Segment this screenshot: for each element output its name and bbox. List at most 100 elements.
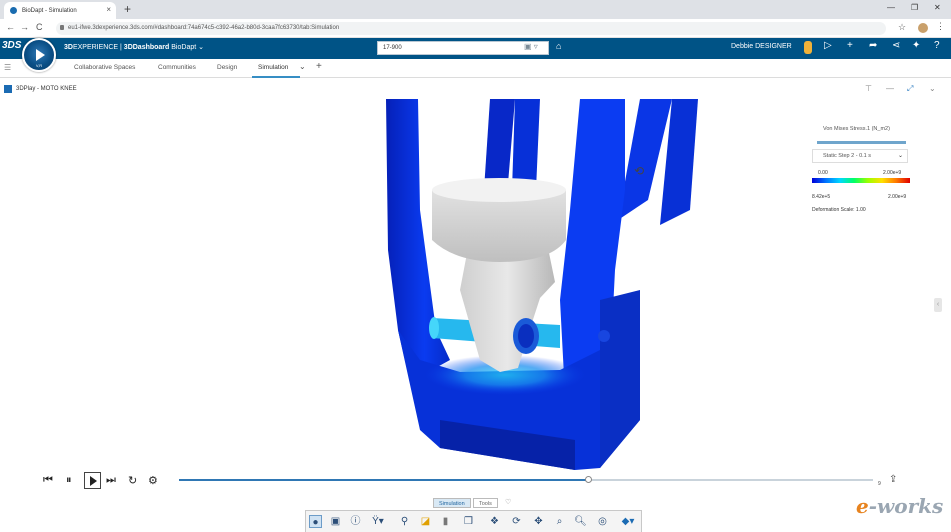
maximize-search-icon[interactable]: ▣: [524, 42, 532, 51]
apps-icon[interactable]: ✦: [912, 40, 920, 51]
app-header: 3DPlay - MOTO KNEE ⊤ — ⤢ ⌄: [0, 81, 951, 98]
lock-icon: [60, 25, 64, 30]
measure-icon[interactable]: ⚲: [398, 515, 411, 528]
search-icons: ▣ ▿: [524, 42, 538, 51]
user-avatar[interactable]: [804, 41, 812, 54]
knee-model-render[interactable]: ⟲: [0, 99, 951, 507]
browser-menu-icon[interactable]: ⋮: [936, 21, 945, 32]
separator-icon: ▮: [442, 516, 449, 527]
zoom-icon[interactable]: 🔍︎: [574, 515, 587, 528]
knee-cup-rim: [432, 178, 566, 202]
frame-bottom-right-face: [600, 290, 640, 468]
browser-tab[interactable]: BioDapt - Simulation ×: [4, 2, 116, 19]
url-field[interactable]: eu1-ifwe.3dexperience.3ds.com/#dashboard…: [56, 22, 886, 35]
back-button[interactable]: ←: [6, 22, 15, 32]
orbit-icon[interactable]: ◎: [596, 515, 609, 528]
favicon-icon: [10, 7, 17, 14]
add-icon[interactable]: +: [847, 40, 853, 51]
watermark-e: e: [856, 494, 869, 518]
brand-space: BioDapt: [171, 44, 197, 51]
app-title: 3DPlay - MOTO KNEE: [16, 86, 77, 92]
compass-widget[interactable]: V,R: [22, 38, 56, 72]
legend-color-scale[interactable]: [812, 178, 910, 183]
help-icon[interactable]: ?: [934, 40, 940, 51]
timeline-progress: [179, 479, 589, 481]
maximize-widget-icon[interactable]: ⤢: [907, 84, 913, 94]
forward-button[interactable]: →: [20, 22, 29, 32]
tag-icon[interactable]: ⌂: [556, 41, 561, 51]
sidebar-toggle-icon[interactable]: ☰: [4, 63, 11, 72]
user-name[interactable]: Debbie DESIGNER: [731, 43, 792, 50]
skip-start-icon[interactable]: ⏮: [43, 474, 53, 487]
notification-icon[interactable]: ▷: [824, 40, 832, 51]
timeline-slider[interactable]: [179, 476, 873, 483]
tab-communities[interactable]: Communities: [158, 64, 196, 71]
zoom-area-icon[interactable]: ⌕: [553, 515, 566, 528]
tab-collaborative-spaces[interactable]: Collaborative Spaces: [74, 64, 135, 71]
maximize-window-button[interactable]: ❐: [911, 3, 918, 12]
play-button[interactable]: [84, 472, 101, 489]
play-icon: [90, 476, 97, 486]
chevron-down-icon: ⌄: [198, 44, 204, 51]
3d-viewport[interactable]: ⟲: [0, 99, 951, 507]
network-icon[interactable]: ⋖: [892, 40, 900, 51]
step-select-value: Static Step 2 - 0.1 s: [823, 153, 871, 159]
bookmark-star-icon[interactable]: ☆: [898, 22, 906, 33]
step-select[interactable]: Static Step 2 - 0.1 s ⌄: [812, 149, 908, 163]
filter-icon[interactable]: ▿: [534, 42, 538, 51]
browser-tab-strip: BioDapt - Simulation × + — ❐ ✕: [0, 0, 951, 19]
app-icon: [4, 85, 12, 93]
tab-design[interactable]: Design: [217, 64, 237, 71]
legend-header-bar: [817, 141, 906, 144]
legend-low-value: 8.42e+5: [812, 194, 831, 200]
side-panel-handle-icon[interactable]: ‹: [934, 298, 942, 312]
compass-label: V,R: [35, 63, 43, 68]
display-mode-icon[interactable]: ▣: [329, 515, 342, 528]
search-value: 17-900: [383, 45, 402, 51]
axle-end: [429, 317, 439, 339]
view-cube-icon[interactable]: ❒: [462, 515, 475, 528]
watermark-text: -works: [868, 494, 944, 518]
add-tab-button[interactable]: +: [316, 61, 322, 72]
settings-gear-icon[interactable]: ⚙: [148, 474, 158, 487]
new-tab-button[interactable]: +: [124, 2, 131, 16]
ds-logo[interactable]: 3DS: [2, 40, 21, 51]
section-icon[interactable]: ◪: [419, 515, 432, 528]
tab-simulation-actions[interactable]: Simulation: [433, 498, 471, 508]
share-icon[interactable]: ➦: [869, 40, 877, 51]
active-tab-indicator: [252, 76, 300, 78]
brand-app: 3DDashboard: [123, 44, 170, 51]
loop-icon[interactable]: ↻: [128, 474, 137, 487]
profile-avatar[interactable]: [918, 23, 928, 33]
timeline-end-label: 9: [878, 481, 881, 487]
url-text: eu1-ifwe.3dexperience.3ds.com/#dashboard…: [68, 25, 340, 31]
widget-menu-icon[interactable]: ⌄: [929, 84, 936, 93]
minimize-window-button[interactable]: —: [887, 3, 895, 12]
tab-simulation[interactable]: Simulation: [258, 64, 288, 71]
export-icon[interactable]: ⇪: [889, 474, 897, 485]
tab-tools[interactable]: Tools: [473, 498, 498, 508]
close-tab-icon[interactable]: ×: [106, 5, 111, 14]
close-window-button[interactable]: ✕: [934, 3, 941, 12]
address-bar: ← → C eu1-ifwe.3dexperience.3ds.com/#das…: [0, 19, 951, 38]
minimize-widget-icon[interactable]: —: [886, 84, 894, 93]
action-bar: ● ▣ ⓘ Ÿ▾ ⚲ ◪ ▮ ❒ ❖ ⟳ ✥ ⌕ 🔍︎ ◎ ◆▾: [305, 510, 642, 532]
favorite-heart-icon[interactable]: ♡: [505, 498, 511, 506]
deformation-scale-label: Deformation Scale: 1.00: [812, 207, 866, 213]
view-select-icon[interactable]: ◆▾: [618, 515, 638, 528]
tab-options-icon[interactable]: ⌄: [299, 62, 306, 71]
pan-icon[interactable]: ✥: [532, 515, 545, 528]
browser-tab-title: BioDapt - Simulation: [22, 7, 77, 14]
results-icon[interactable]: ●: [309, 515, 322, 528]
legend-high-value: 2.00e+9: [888, 194, 907, 200]
explode-icon[interactable]: ❖: [488, 515, 501, 528]
filter-icon[interactable]: ⊤: [865, 84, 872, 93]
pause-icon[interactable]: ⏸: [66, 474, 72, 487]
rotate-icon[interactable]: ⟳: [510, 515, 523, 528]
info-icon[interactable]: ⓘ: [349, 515, 362, 528]
sensor-icon[interactable]: Ÿ▾: [368, 515, 388, 528]
platform-brand[interactable]: 3DEXPERIENCE | 3DDashboard BioDapt ⌄: [64, 43, 204, 51]
reload-button[interactable]: C: [36, 22, 43, 32]
rotate-cursor-icon: ⟲: [634, 164, 644, 178]
skip-end-icon[interactable]: ⏭: [106, 474, 116, 487]
